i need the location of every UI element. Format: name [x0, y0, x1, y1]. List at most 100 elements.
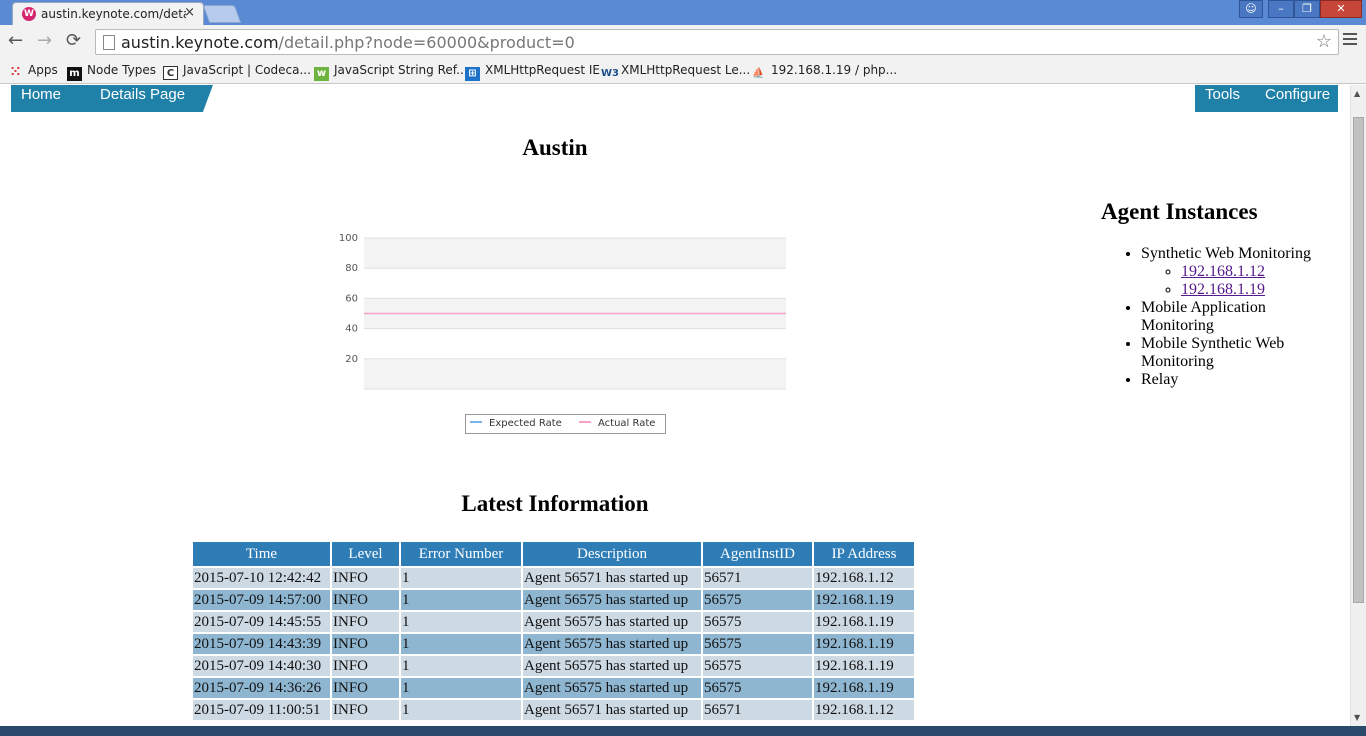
restore-icon[interactable]: ❐	[1294, 0, 1320, 18]
legend-item-actual[interactable]: Actual Rate	[579, 418, 655, 429]
agent-ip-link[interactable]: 192.168.1.12	[1181, 263, 1265, 280]
table-cell: INFO	[332, 612, 399, 632]
table-row: 2015-07-09 14:36:26 INFO 1 Agent 56575 has …	[193, 678, 914, 698]
bookmark-codecademy[interactable]: C JavaScript | Codeca...	[163, 63, 311, 80]
col-description: Description	[523, 542, 701, 566]
table-cell: 1	[401, 634, 521, 654]
latest-info-table: Time Level Error Number Description Agen…	[191, 540, 916, 722]
browser-toolbar: ← → ⟳ austin.keynote.com/detail.php?node…	[0, 25, 1366, 58]
minimize-icon[interactable]: –	[1268, 0, 1294, 18]
y-tick-label: 40	[345, 324, 358, 335]
bookmark-star-icon[interactable]: ☆	[1316, 31, 1332, 52]
chrome-menu-icon[interactable]	[1343, 33, 1357, 48]
table-cell: 1	[401, 700, 521, 720]
bookmark-apps[interactable]: ⁙ Apps	[8, 63, 58, 80]
table-row: 2015-07-10 12:42:42 INFO 1 Agent 56571 has …	[193, 568, 914, 588]
table-cell: 1	[401, 612, 521, 632]
table-row: 2015-07-09 14:43:39 INFO 1 Agent 56575 has …	[193, 634, 914, 654]
m-logo-icon: m	[67, 67, 82, 81]
scrollbar-thumb[interactable]	[1353, 117, 1364, 603]
tab-title: austin.keynote.com/detail	[41, 7, 186, 21]
nav-home-link[interactable]: Home	[21, 86, 61, 103]
table-cell: INFO	[332, 634, 399, 654]
keynote-favicon-icon: W	[22, 7, 36, 21]
nav-details-link[interactable]: Details Page	[100, 86, 185, 103]
rate-chart: 20 40 60 80 100	[339, 233, 786, 390]
bookmark-phpmyadmin[interactable]: ⛵ 192.168.1.19 / php...	[751, 63, 897, 81]
col-error-number: Error Number	[401, 542, 521, 566]
table-cell: 192.168.1.12	[814, 568, 914, 588]
table-cell: Agent 56575 has started up	[523, 612, 701, 632]
table-cell: Agent 56575 has started up	[523, 678, 701, 698]
w3c-icon: W3	[601, 68, 619, 79]
tab-close-icon[interactable]: ×	[184, 5, 195, 20]
table-row: 2015-07-09 14:40:30 INFO 1 Agent 56575 has …	[193, 656, 914, 676]
latest-info-title: Latest Information	[461, 491, 649, 516]
page-title: Austin	[522, 135, 588, 160]
y-tick-label: 100	[339, 233, 358, 244]
address-bar[interactable]: austin.keynote.com/detail.php?node=60000…	[95, 29, 1339, 55]
agent-ip-link[interactable]: 192.168.1.19	[1181, 281, 1265, 298]
nav-tools-link[interactable]: Tools	[1205, 86, 1240, 103]
table-cell: Agent 56575 has started up	[523, 656, 701, 676]
table-row: 2015-07-09 14:57:00 INFO 1 Agent 56575 has …	[193, 590, 914, 610]
new-tab-button[interactable]	[202, 5, 242, 23]
table-cell: 56575	[703, 590, 812, 610]
table-cell: 192.168.1.19	[814, 634, 914, 654]
table-cell: INFO	[332, 656, 399, 676]
legend-swatch-actual	[579, 421, 591, 423]
w3schools-icon: w	[314, 67, 329, 81]
scroll-down-icon[interactable]: ▼	[1354, 713, 1360, 722]
y-tick-label: 80	[345, 263, 358, 274]
table-cell: 2015-07-09 11:00:51	[193, 700, 330, 720]
user-profile-icon[interactable]: ☺	[1239, 0, 1263, 18]
table-cell: 2015-07-09 14:45:55	[193, 612, 330, 632]
back-arrow-icon[interactable]: ←	[8, 32, 23, 50]
bookmark-xhr-w3c[interactable]: W3 XMLHttpRequest Le...	[601, 63, 750, 81]
table-cell: 56571	[703, 568, 812, 588]
list-item-ip: 192.168.1.12	[1181, 263, 1331, 281]
table-cell: 2015-07-09 14:40:30	[193, 656, 330, 676]
table-cell: 192.168.1.12	[814, 700, 914, 720]
y-tick-label: 20	[345, 354, 358, 365]
bookmark-w3schools[interactable]: w JavaScript String Ref...	[314, 63, 468, 81]
table-cell: 56575	[703, 678, 812, 698]
table-cell: Agent 56575 has started up	[523, 634, 701, 654]
forward-arrow-icon[interactable]: →	[37, 32, 52, 50]
bookmark-node-types[interactable]: m Node Types	[67, 63, 156, 81]
chart-band	[364, 238, 786, 269]
table-cell: 1	[401, 656, 521, 676]
reload-icon[interactable]: ⟳	[66, 32, 81, 50]
table-row: 2015-07-09 11:00:51 INFO 1 Agent 56571 has …	[193, 700, 914, 720]
list-item-relay: Relay	[1141, 371, 1331, 389]
table-cell: 56575	[703, 612, 812, 632]
legend-item-expected[interactable]: Expected Rate	[470, 418, 562, 429]
bookmarks-bar: ⁙ Apps m Node Types C JavaScript | Codeca..…	[0, 58, 1366, 84]
agent-instances-list: Synthetic Web Monitoring 192.168.1.12 19…	[1141, 245, 1331, 389]
table-cell: 56575	[703, 634, 812, 654]
table-cell: 2015-07-10 12:42:42	[193, 568, 330, 588]
scroll-up-icon[interactable]: ▲	[1354, 89, 1360, 98]
page-scrollbar[interactable]: ▲ ▼	[1350, 85, 1366, 726]
list-item-ip: 192.168.1.19	[1181, 281, 1331, 299]
table-cell: 2015-07-09 14:57:00	[193, 590, 330, 610]
bookmark-xhr-ie[interactable]: ⊞ XMLHttpRequest IE	[465, 63, 600, 81]
window-titlebar: W austin.keynote.com/detail × ☺ – ❐ ✕	[0, 0, 1366, 26]
os-taskbar	[0, 726, 1366, 736]
table-cell: 1	[401, 590, 521, 610]
phpmyadmin-icon: ⛵	[752, 68, 765, 79]
apps-grid-icon: ⁙	[10, 65, 21, 80]
chart-band	[364, 358, 786, 389]
table-cell: 192.168.1.19	[814, 590, 914, 610]
nav-configure-link[interactable]: Configure	[1265, 86, 1330, 103]
window-close-icon[interactable]: ✕	[1320, 0, 1362, 18]
col-agent-inst-id: AgentInstID	[703, 542, 812, 566]
col-time: Time	[193, 542, 330, 566]
synthetic-web-ip-list: 192.168.1.12 192.168.1.19	[1181, 263, 1331, 299]
table-cell: 192.168.1.19	[814, 612, 914, 632]
tab-active[interactable]: W austin.keynote.com/detail ×	[12, 2, 204, 26]
col-level: Level	[332, 542, 399, 566]
table-cell: Agent 56575 has started up	[523, 590, 701, 610]
list-item-mobile-app: Mobile Application Monitoring	[1141, 299, 1331, 335]
table-cell: 56571	[703, 700, 812, 720]
